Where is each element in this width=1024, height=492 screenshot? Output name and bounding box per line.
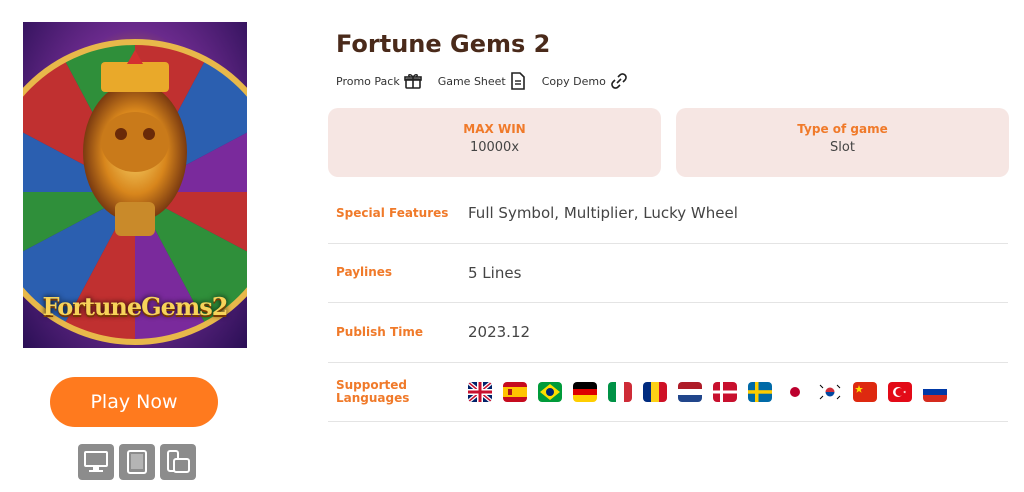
- max-win-card: MAX WIN 10000x: [328, 108, 661, 177]
- game-logo-text: FortuneGems2: [42, 292, 228, 321]
- spain-flag: [503, 381, 527, 402]
- tablet-icon: [119, 444, 155, 480]
- special-features-value: Full Symbol, Multiplier, Lucky Wheel: [468, 204, 738, 223]
- promo-pack-label: Promo Pack: [336, 74, 400, 88]
- romania-flag: [643, 381, 667, 402]
- germany-flag: [573, 381, 597, 402]
- publish-time-value: 2023.12: [468, 323, 531, 342]
- game-title: Fortune Gems 2: [336, 30, 551, 58]
- game-sheet-label: Game Sheet: [437, 74, 506, 88]
- russia-flag: [923, 381, 947, 402]
- document-icon: [510, 72, 525, 90]
- language-flags: [468, 381, 947, 402]
- brazil-flag: [538, 381, 562, 402]
- netherlands-flag: [678, 381, 702, 402]
- game-sheet-link[interactable]: Game Sheet: [438, 72, 526, 90]
- resource-links: Promo Pack Game Sheet Copy Demo: [336, 72, 628, 90]
- english-uk-flag: [468, 381, 492, 402]
- gift-box-icon: [403, 74, 422, 89]
- details-table: Special Features Full Symbol, Multiplier…: [328, 184, 1008, 422]
- china-flag: [853, 381, 877, 402]
- paylines-value: 5 Lines: [468, 263, 522, 282]
- japan-flag: [783, 381, 807, 402]
- device-support: [78, 444, 196, 480]
- game-thumbnail[interactable]: FortuneGems2: [23, 22, 247, 348]
- left-column: FortuneGems2 Play Now: [0, 0, 270, 492]
- korea-flag: [818, 381, 842, 402]
- turkey-flag: [888, 381, 912, 402]
- special-features-label: Special Features: [336, 205, 449, 220]
- paylines-row: Paylines 5 Lines: [328, 244, 1008, 303]
- languages-label: Supported Languages: [336, 377, 410, 405]
- italy-flag: [608, 381, 632, 402]
- play-now-button[interactable]: Play Now: [50, 377, 218, 427]
- desktop-icon: [78, 444, 114, 480]
- languages-row: Supported Languages: [328, 363, 1008, 422]
- promo-pack-link[interactable]: Promo Pack: [336, 72, 422, 90]
- sweden-flag: [748, 381, 772, 402]
- copy-demo-label: Copy Demo: [541, 74, 606, 88]
- paylines-label: Paylines: [336, 265, 393, 280]
- game-type-value: Slot: [830, 140, 855, 155]
- max-win-value: 10000x: [469, 140, 520, 155]
- publish-time-label: Publish Time: [336, 324, 423, 339]
- special-features-row: Special Features Full Symbol, Multiplier…: [328, 184, 1008, 244]
- denmark-flag: [713, 381, 737, 402]
- copy-demo-link[interactable]: Copy Demo: [542, 72, 628, 90]
- game-type-label: Type of game: [797, 122, 888, 136]
- publish-time-row: Publish Time 2023.12: [328, 303, 1008, 363]
- max-win-label: MAX WIN: [463, 122, 526, 136]
- link-icon: [611, 73, 627, 89]
- game-type-card: Type of game Slot: [676, 108, 1009, 177]
- mobile-icon: [160, 444, 196, 480]
